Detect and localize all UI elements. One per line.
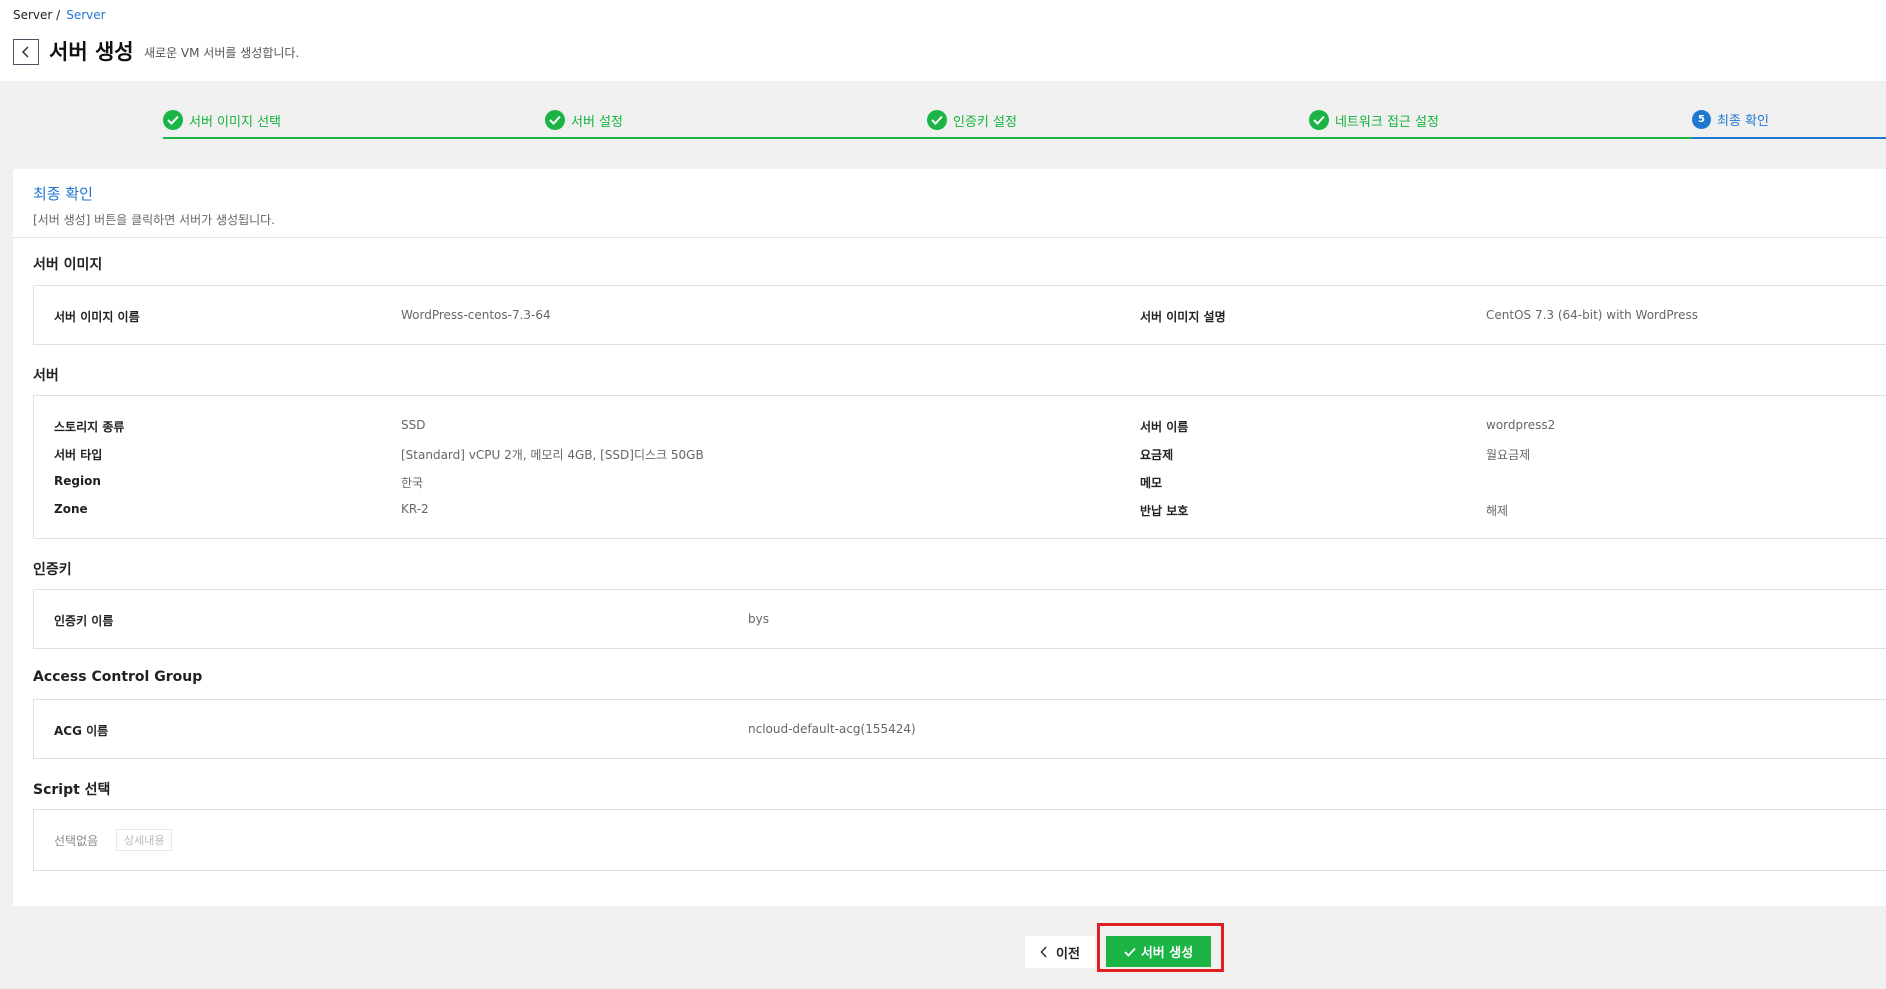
zone-value: KR-2 bbox=[401, 502, 429, 516]
confirm-panel: 최종 확인 [서버 생성] 버튼을 클릭하면 서버가 생성됩니다. 서버 이미지… bbox=[13, 169, 1886, 906]
back-button[interactable] bbox=[13, 39, 39, 65]
server-box: 스토리지 종류 SSD 서버 타입 [Standard] vCPU 2개, 메모… bbox=[33, 395, 1886, 539]
acg-name-value: ncloud-default-acg(155424) bbox=[748, 722, 916, 736]
acg-box: ACG 이름 ncloud-default-acg(155424) bbox=[33, 699, 1886, 759]
step-label: 인증키 설정 bbox=[953, 114, 1017, 130]
section-title-acg: Access Control Group bbox=[33, 669, 203, 685]
script-selection-value: 선택없음 bbox=[54, 834, 99, 848]
check-icon bbox=[1124, 947, 1136, 957]
pricing-plan-label: 요금제 bbox=[1140, 448, 1174, 462]
return-protection-value: 해제 bbox=[1486, 504, 1509, 518]
stepper-progress-line bbox=[163, 137, 1692, 139]
script-detail-button[interactable]: 상세내용 bbox=[116, 829, 173, 851]
section-title-server-image: 서버 이미지 bbox=[33, 257, 103, 273]
create-server-button[interactable]: 서버 생성 bbox=[1106, 936, 1211, 967]
auth-key-name-label: 인증키 이름 bbox=[54, 614, 114, 628]
server-image-desc-value: CentOS 7.3 (64-bit) with WordPress bbox=[1486, 308, 1698, 322]
panel-header: 최종 확인 [서버 생성] 버튼을 클릭하면 서버가 생성됩니다. bbox=[33, 183, 275, 228]
breadcrumb-root[interactable]: Server / bbox=[13, 8, 60, 22]
step-number-badge: 5 bbox=[1692, 110, 1711, 129]
region-label: Region bbox=[54, 474, 101, 488]
chevron-left-icon bbox=[1040, 946, 1047, 958]
auth-key-name-value: bys bbox=[748, 612, 769, 626]
prev-button[interactable]: 이전 bbox=[1025, 936, 1095, 968]
storage-type-value: SSD bbox=[401, 418, 426, 432]
panel-description: [서버 생성] 버튼을 클릭하면 서버가 생성됩니다. bbox=[33, 213, 276, 227]
panel-title: 최종 확인 bbox=[33, 185, 93, 203]
breadcrumb: Server / Server bbox=[13, 8, 106, 22]
prev-button-label: 이전 bbox=[1056, 946, 1080, 962]
server-name-value: wordpress2 bbox=[1486, 418, 1556, 432]
step-label: 서버 설정 bbox=[571, 114, 623, 130]
server-image-desc-label: 서버 이미지 설명 bbox=[1140, 310, 1226, 324]
step-label: 최종 확인 bbox=[1717, 114, 1769, 129]
step-final-confirm: 5 최종 확인 bbox=[1692, 110, 1769, 129]
step-network-access: 네트워크 접근 설정 bbox=[1309, 110, 1439, 130]
server-image-name-value: WordPress-centos-7.3-64 bbox=[401, 308, 551, 322]
check-circle-icon bbox=[545, 110, 565, 130]
server-name-label: 서버 이름 bbox=[1140, 420, 1189, 434]
server-image-name-label: 서버 이미지 이름 bbox=[54, 310, 140, 324]
server-type-label: 서버 타입 bbox=[54, 448, 103, 462]
server-type-value: [Standard] vCPU 2개, 메모리 4GB, [SSD]디스크 50… bbox=[401, 448, 704, 462]
return-protection-label: 반납 보호 bbox=[1140, 504, 1189, 518]
pricing-plan-value: 월요금제 bbox=[1486, 448, 1531, 462]
check-circle-icon bbox=[927, 110, 947, 130]
stepper-active-line bbox=[1692, 137, 1886, 139]
step-server-image: 서버 이미지 선택 bbox=[163, 110, 281, 130]
page-subtitle: 새로운 VM 서버를 생성합니다. bbox=[144, 46, 300, 60]
section-title-script: Script 선택 bbox=[33, 782, 111, 798]
memo-label: 메모 bbox=[1140, 476, 1163, 490]
auth-key-box: 인증키 이름 bys bbox=[33, 589, 1886, 649]
step-label: 네트워크 접근 설정 bbox=[1335, 114, 1439, 130]
storage-type-label: 스토리지 종류 bbox=[54, 420, 125, 434]
section-title-server: 서버 bbox=[33, 368, 59, 384]
section-title-auth-key: 인증키 bbox=[33, 562, 72, 578]
page-title: 서버 생성 bbox=[49, 40, 134, 64]
step-auth-key: 인증키 설정 bbox=[927, 110, 1017, 130]
step-server-settings: 서버 설정 bbox=[545, 110, 623, 130]
region-value: 한국 bbox=[401, 476, 424, 490]
script-box: 선택없음 상세내용 bbox=[33, 809, 1886, 871]
divider bbox=[13, 237, 1886, 238]
step-label: 서버 이미지 선택 bbox=[189, 114, 281, 130]
breadcrumb-current[interactable]: Server bbox=[66, 8, 105, 22]
check-circle-icon bbox=[1309, 110, 1329, 130]
check-circle-icon bbox=[163, 110, 183, 130]
page-header: Server / Server 서버 생성 새로운 VM 서버를 생성합니다. bbox=[0, 0, 1886, 81]
chevron-left-icon bbox=[21, 46, 29, 58]
create-server-button-label: 서버 생성 bbox=[1140, 946, 1194, 961]
acg-name-label: ACG 이름 bbox=[54, 724, 109, 738]
zone-label: Zone bbox=[54, 502, 88, 516]
server-image-box: 서버 이미지 이름 WordPress-centos-7.3-64 서버 이미지… bbox=[33, 285, 1886, 345]
